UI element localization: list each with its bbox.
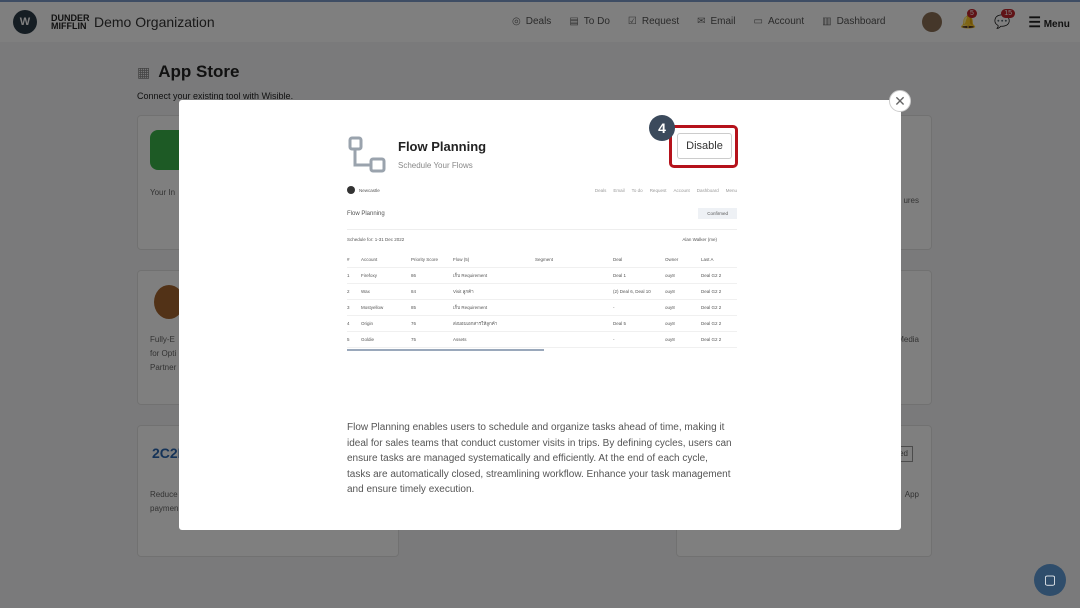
chat-support-button[interactable]: ▢ [1034,564,1066,596]
preview-cell: 84 [411,289,417,294]
preview-cell: 76 [411,321,417,326]
highlight-box: Disable [669,125,738,168]
preview-cell: Deal G2 2 [701,321,722,326]
chat-icon: ▢ [1043,572,1057,587]
preview-nav-item: Menu [725,187,737,193]
preview-cell: เก็บ Requirement [453,273,488,278]
flow-planning-icon [348,136,386,173]
preview-header-row: # Account Priority Score Flow (5) Segment Dea… [347,252,737,268]
preview-cell: - [613,337,615,342]
app-detail-modal: Flow Planning Schedule Your Flows Disabl… [179,100,901,530]
preview-nav-item: Email [613,187,625,193]
preview-cell: - [613,305,615,310]
preview-cell: Owner [665,257,679,262]
preview-cell: Deal [613,257,623,262]
preview-row: 3 Mostyellow 85 เก็บ Requirement - ouy8 Deal G… [347,300,737,316]
preview-cell: Origin [361,321,374,326]
preview-nav-item: Account [673,187,690,193]
preview-cell: 2 [347,289,350,294]
preview-cell: Goldie [361,337,375,342]
preview-cell: ส่งมอบเอกสารให้ลูกค้า [453,321,498,326]
preview-logo [347,186,355,194]
close-modal-button[interactable]: ✕ [889,90,911,112]
preview-cell: Segment [535,257,554,262]
preview-cell: Firefoxy [361,273,378,278]
preview-cell: Assets [453,337,467,342]
preview-cell: Visit ลูกค้า [453,289,474,294]
preview-cell: Deal G2 2 [701,273,722,278]
step-marker: 4 [649,115,675,141]
preview-cell: Deal G2 2 [701,305,722,310]
preview-cell: Deal G2 2 [701,337,722,342]
preview-cell: Mostyellow [361,305,384,310]
preview-cell: Deal G2 2 [701,289,722,294]
preview-cell: Deal 1 [613,273,627,278]
preview-scrollbar [347,349,544,351]
preview-nav-item: Deals [594,187,607,193]
preview-row: 1 Firefoxy 86 เก็บ Requirement Deal 1 ouy8 Dea… [347,268,737,284]
preview-nav-item: To do [631,187,643,193]
preview-cell: Deal 5 [613,321,627,326]
preview-row: 5 Goldie 75 Assets - ouy8 Deal G2 2 [347,332,737,348]
preview-cell: 1 [347,273,350,278]
preview-cell: ouy8 [665,289,675,294]
preview-cell: ouy8 [665,321,675,326]
app-description: Flow Planning enables users to schedule … [347,422,732,495]
app-subtitle: Schedule Your Flows [398,161,473,170]
preview-cell: 3 [347,305,350,310]
preview-cell: (2) Deal 6, Deal 10 [613,289,651,294]
preview-cell: Priority Score [411,257,439,262]
preview-cell: 5 [347,337,350,342]
preview-cell: Last A [701,257,714,262]
preview-cell: ouy8 [665,337,675,342]
preview-cell: Account [361,257,378,262]
preview-cell: 86 [411,273,417,278]
preview-nav-item: Dashboard [696,187,719,193]
preview-row: 4 Origin 76 ส่งมอบเอกสารให้ลูกค้า Deal 5 ouy8… [347,316,737,332]
preview-cell: ouy8 [665,305,675,310]
preview-cell: เก็บ Requirement [453,305,488,310]
preview-cell: ouy8 [665,273,675,278]
disable-button[interactable]: Disable [677,133,732,159]
preview-cell: # [347,257,350,262]
close-icon: ✕ [894,92,906,109]
preview-cell: 75 [411,337,417,342]
preview-cell: 4 [347,321,350,326]
preview-row: 2 Wax 84 Visit ลูกค้า (2) Deal 6, Deal 10 ouy… [347,284,737,300]
preview-cell: 85 [411,305,417,310]
preview-cell: Flow (5) [453,257,470,262]
preview-nav-item: Request [649,187,667,193]
app-title: Flow Planning [398,139,487,154]
preview-cell: Wax [361,289,370,294]
preview-screenshot: Newcastle Deals Email To do Request Account Da… [347,182,737,354]
